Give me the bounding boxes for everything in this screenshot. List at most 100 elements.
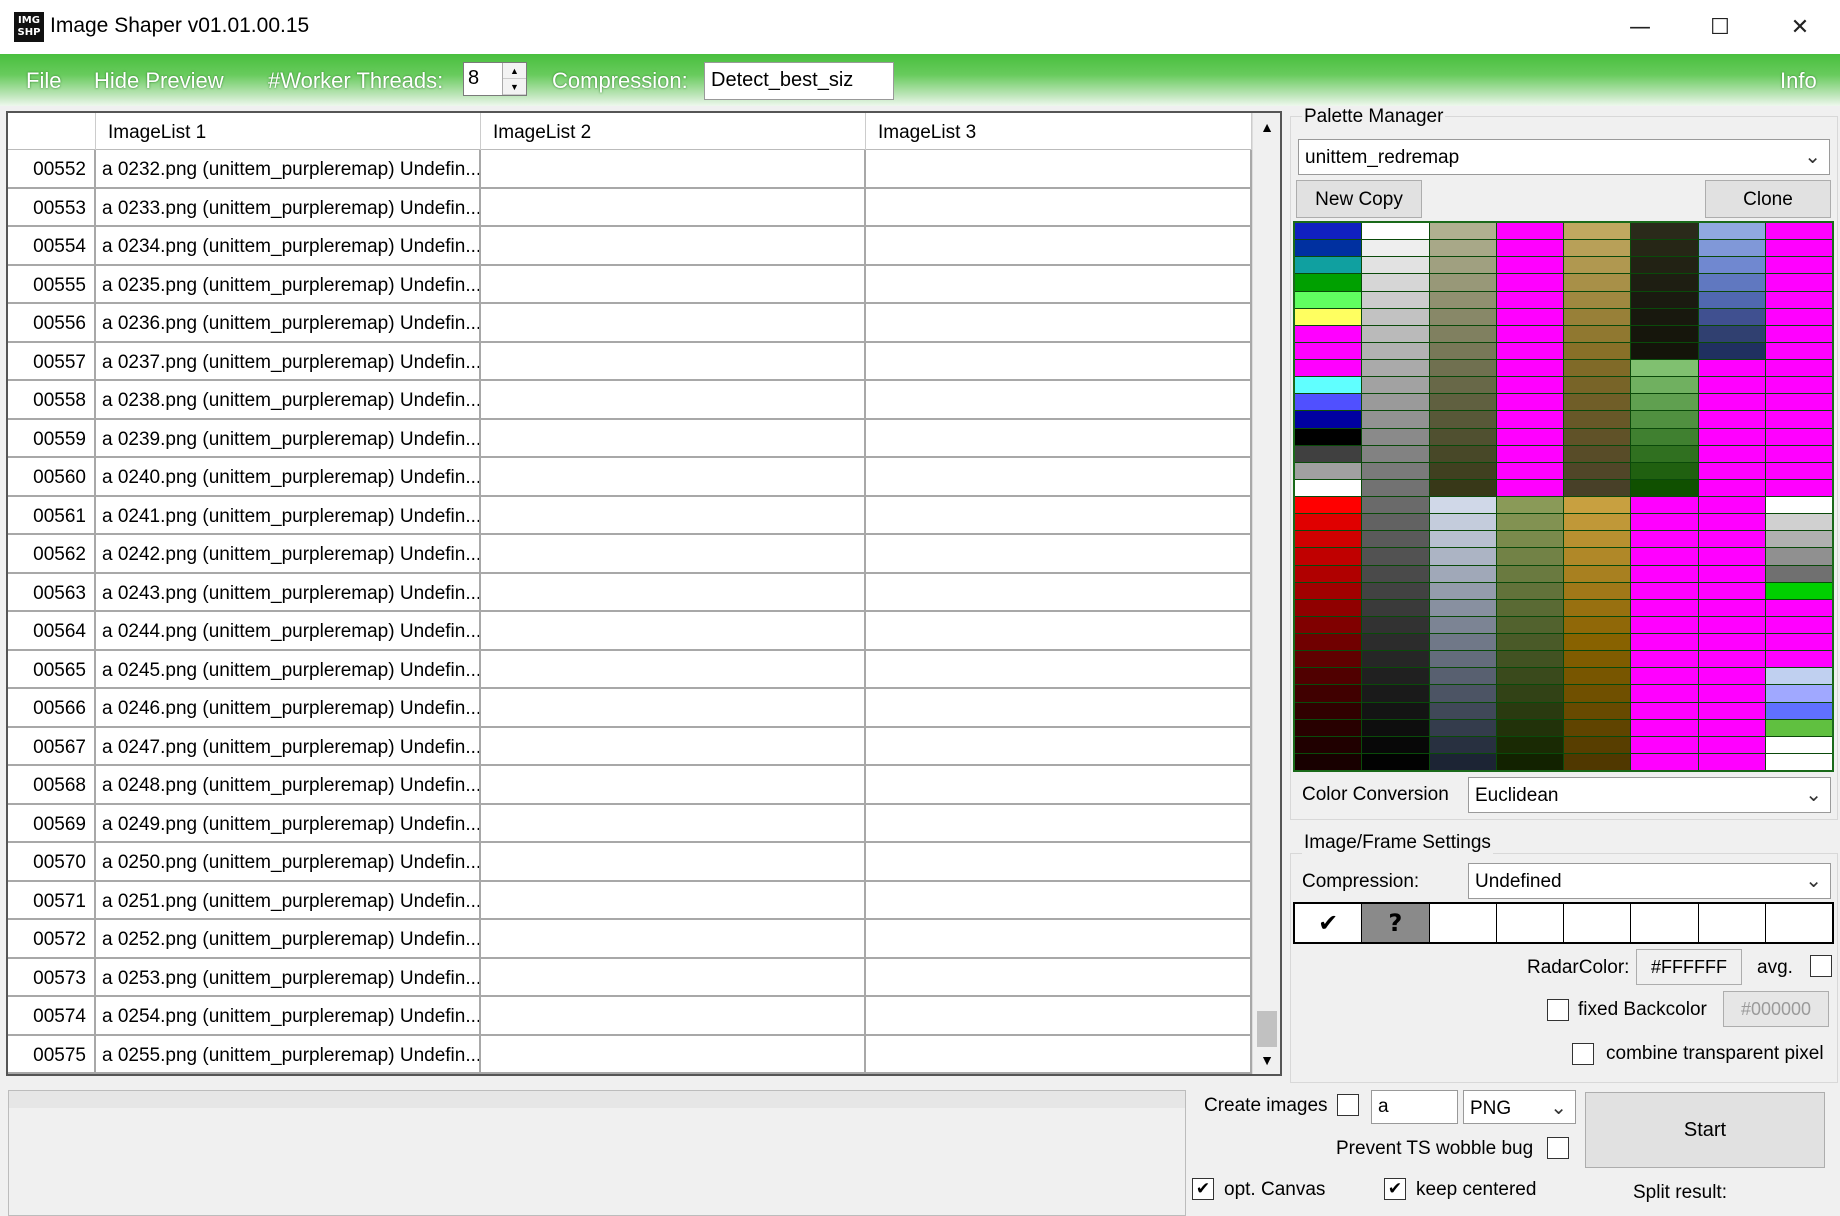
palette-swatch[interactable] <box>1429 565 1496 582</box>
palette-swatch[interactable] <box>1765 274 1832 291</box>
palette-swatch[interactable] <box>1631 223 1698 240</box>
palette-swatch[interactable] <box>1631 634 1698 651</box>
cell-imagelist-3[interactable] <box>866 612 1252 650</box>
palette-swatch[interactable] <box>1496 497 1563 514</box>
row-index[interactable]: 00568 <box>8 766 96 804</box>
palette-swatch[interactable] <box>1496 462 1563 479</box>
palette-swatch[interactable] <box>1564 702 1631 719</box>
table-row[interactable]: 00571 a 0251.png (unittem_purpleremap) Un… <box>8 881 1252 920</box>
cell-imagelist-2[interactable] <box>481 612 866 650</box>
palette-swatch[interactable] <box>1698 634 1765 651</box>
palette-swatch[interactable] <box>1765 445 1832 462</box>
cell-imagelist-1[interactable]: a 0232.png (unittem_purpleremap) Undefin… <box>96 150 481 188</box>
palette-swatch[interactable] <box>1564 685 1631 702</box>
table-row[interactable]: 00558 a 0238.png (unittem_purpleremap) Un… <box>8 381 1252 420</box>
stepper-up-icon[interactable]: ▲ <box>503 63 526 79</box>
palette-swatch[interactable] <box>1496 411 1563 428</box>
table-row[interactable]: 00560 a 0240.png (unittem_purpleremap) Un… <box>8 458 1252 497</box>
palette-swatch[interactable] <box>1295 719 1362 736</box>
table-row[interactable]: 00565 a 0245.png (unittem_purpleremap) Un… <box>8 650 1252 689</box>
stepper-buttons[interactable]: ▲ ▼ <box>502 63 526 95</box>
menu-file[interactable]: File <box>26 68 61 94</box>
scroll-up-icon[interactable]: ▲ <box>1253 113 1280 141</box>
palette-swatch[interactable] <box>1429 736 1496 753</box>
palette-swatch[interactable] <box>1765 240 1832 257</box>
cell-imagelist-2[interactable] <box>481 843 866 881</box>
palette-swatch[interactable] <box>1631 394 1698 411</box>
palette-swatch[interactable] <box>1698 548 1765 565</box>
palette-swatch[interactable] <box>1295 685 1362 702</box>
palette-swatch[interactable] <box>1765 736 1832 753</box>
palette-swatch[interactable] <box>1496 445 1563 462</box>
cell-imagelist-1[interactable]: a 0237.png (unittem_purpleremap) Undefin… <box>96 342 481 381</box>
palette-swatch[interactable] <box>1564 308 1631 325</box>
palette-swatch[interactable] <box>1362 702 1429 719</box>
cell-imagelist-2[interactable] <box>481 766 866 804</box>
row-index[interactable]: 00565 <box>8 650 96 689</box>
palette-swatch[interactable] <box>1496 565 1563 582</box>
palette-swatch[interactable] <box>1564 514 1631 531</box>
cell-imagelist-2[interactable] <box>481 150 866 188</box>
row-index[interactable]: 00566 <box>8 689 96 727</box>
cell-imagelist-3[interactable] <box>866 1035 1252 1074</box>
palette-swatch[interactable] <box>1564 531 1631 548</box>
scroll-thumb[interactable] <box>1257 1011 1277 1047</box>
stepper-down-icon[interactable]: ▼ <box>503 79 526 95</box>
palette-swatch[interactable] <box>1362 274 1429 291</box>
table-row[interactable]: 00564 a 0244.png (unittem_purpleremap) Un… <box>8 612 1252 651</box>
palette-swatch[interactable] <box>1765 668 1832 685</box>
palette-swatch[interactable] <box>1496 428 1563 445</box>
palette-swatch[interactable] <box>1564 240 1631 257</box>
palette-swatch[interactable] <box>1295 445 1362 462</box>
palette-swatch[interactable] <box>1429 291 1496 308</box>
palette-swatch[interactable] <box>1698 497 1765 514</box>
cell-imagelist-2[interactable] <box>481 496 866 535</box>
palette-swatch[interactable] <box>1698 685 1765 702</box>
palette-swatch[interactable] <box>1362 360 1429 377</box>
palette-swatch[interactable] <box>1631 325 1698 342</box>
row-index[interactable]: 00570 <box>8 843 96 881</box>
cell-imagelist-3[interactable] <box>866 342 1252 381</box>
palette-swatch[interactable] <box>1429 599 1496 616</box>
palette-swatch[interactable] <box>1631 274 1698 291</box>
palette-swatch[interactable] <box>1564 548 1631 565</box>
palette-swatch[interactable] <box>1765 325 1832 342</box>
column-header-imagelist-1[interactable]: ImageList 1 <box>96 113 481 150</box>
palette-swatch[interactable] <box>1429 685 1496 702</box>
cell-imagelist-1[interactable]: a 0236.png (unittem_purpleremap) Undefin… <box>96 304 481 342</box>
cell-imagelist-2[interactable] <box>481 1035 866 1074</box>
cell-imagelist-1[interactable]: a 0238.png (unittem_purpleremap) Undefin… <box>96 381 481 419</box>
palette-swatch[interactable] <box>1698 702 1765 719</box>
palette-swatch[interactable] <box>1295 325 1362 342</box>
cell-imagelist-3[interactable] <box>866 804 1252 843</box>
row-index[interactable]: 00572 <box>8 920 96 958</box>
cell-imagelist-2[interactable] <box>481 419 866 458</box>
palette-swatch[interactable] <box>1631 497 1698 514</box>
worker-threads-stepper[interactable]: 8 ▲ ▼ <box>463 62 527 96</box>
palette-swatch[interactable] <box>1698 514 1765 531</box>
palette-swatch[interactable] <box>1496 514 1563 531</box>
cell-imagelist-2[interactable] <box>481 265 866 304</box>
cell-imagelist-2[interactable] <box>481 342 866 381</box>
palette-swatch[interactable] <box>1564 291 1631 308</box>
table-row[interactable]: 00567 a 0247.png (unittem_purpleremap) Un… <box>8 727 1252 766</box>
palette-swatch[interactable] <box>1496 634 1563 651</box>
palette-swatch[interactable] <box>1631 651 1698 668</box>
palette-swatch[interactable] <box>1564 497 1631 514</box>
palette-swatch[interactable] <box>1496 274 1563 291</box>
create-images-checkbox[interactable] <box>1337 1094 1359 1116</box>
palette-swatch[interactable] <box>1564 719 1631 736</box>
row-index[interactable]: 00567 <box>8 727 96 766</box>
row-index[interactable]: 00552 <box>8 150 96 188</box>
palette-swatch[interactable] <box>1295 616 1362 633</box>
palette-swatch[interactable] <box>1765 411 1832 428</box>
clone-button[interactable]: Clone <box>1705 180 1831 218</box>
palette-swatch[interactable] <box>1631 514 1698 531</box>
cell-imagelist-3[interactable] <box>866 881 1252 920</box>
palette-swatch[interactable] <box>1295 342 1362 359</box>
cell-imagelist-2[interactable] <box>481 535 866 573</box>
palette-swatch[interactable] <box>1698 308 1765 325</box>
palette-swatch[interactable] <box>1765 377 1832 394</box>
palette-swatch[interactable] <box>1496 719 1563 736</box>
palette-swatch[interactable] <box>1429 582 1496 599</box>
